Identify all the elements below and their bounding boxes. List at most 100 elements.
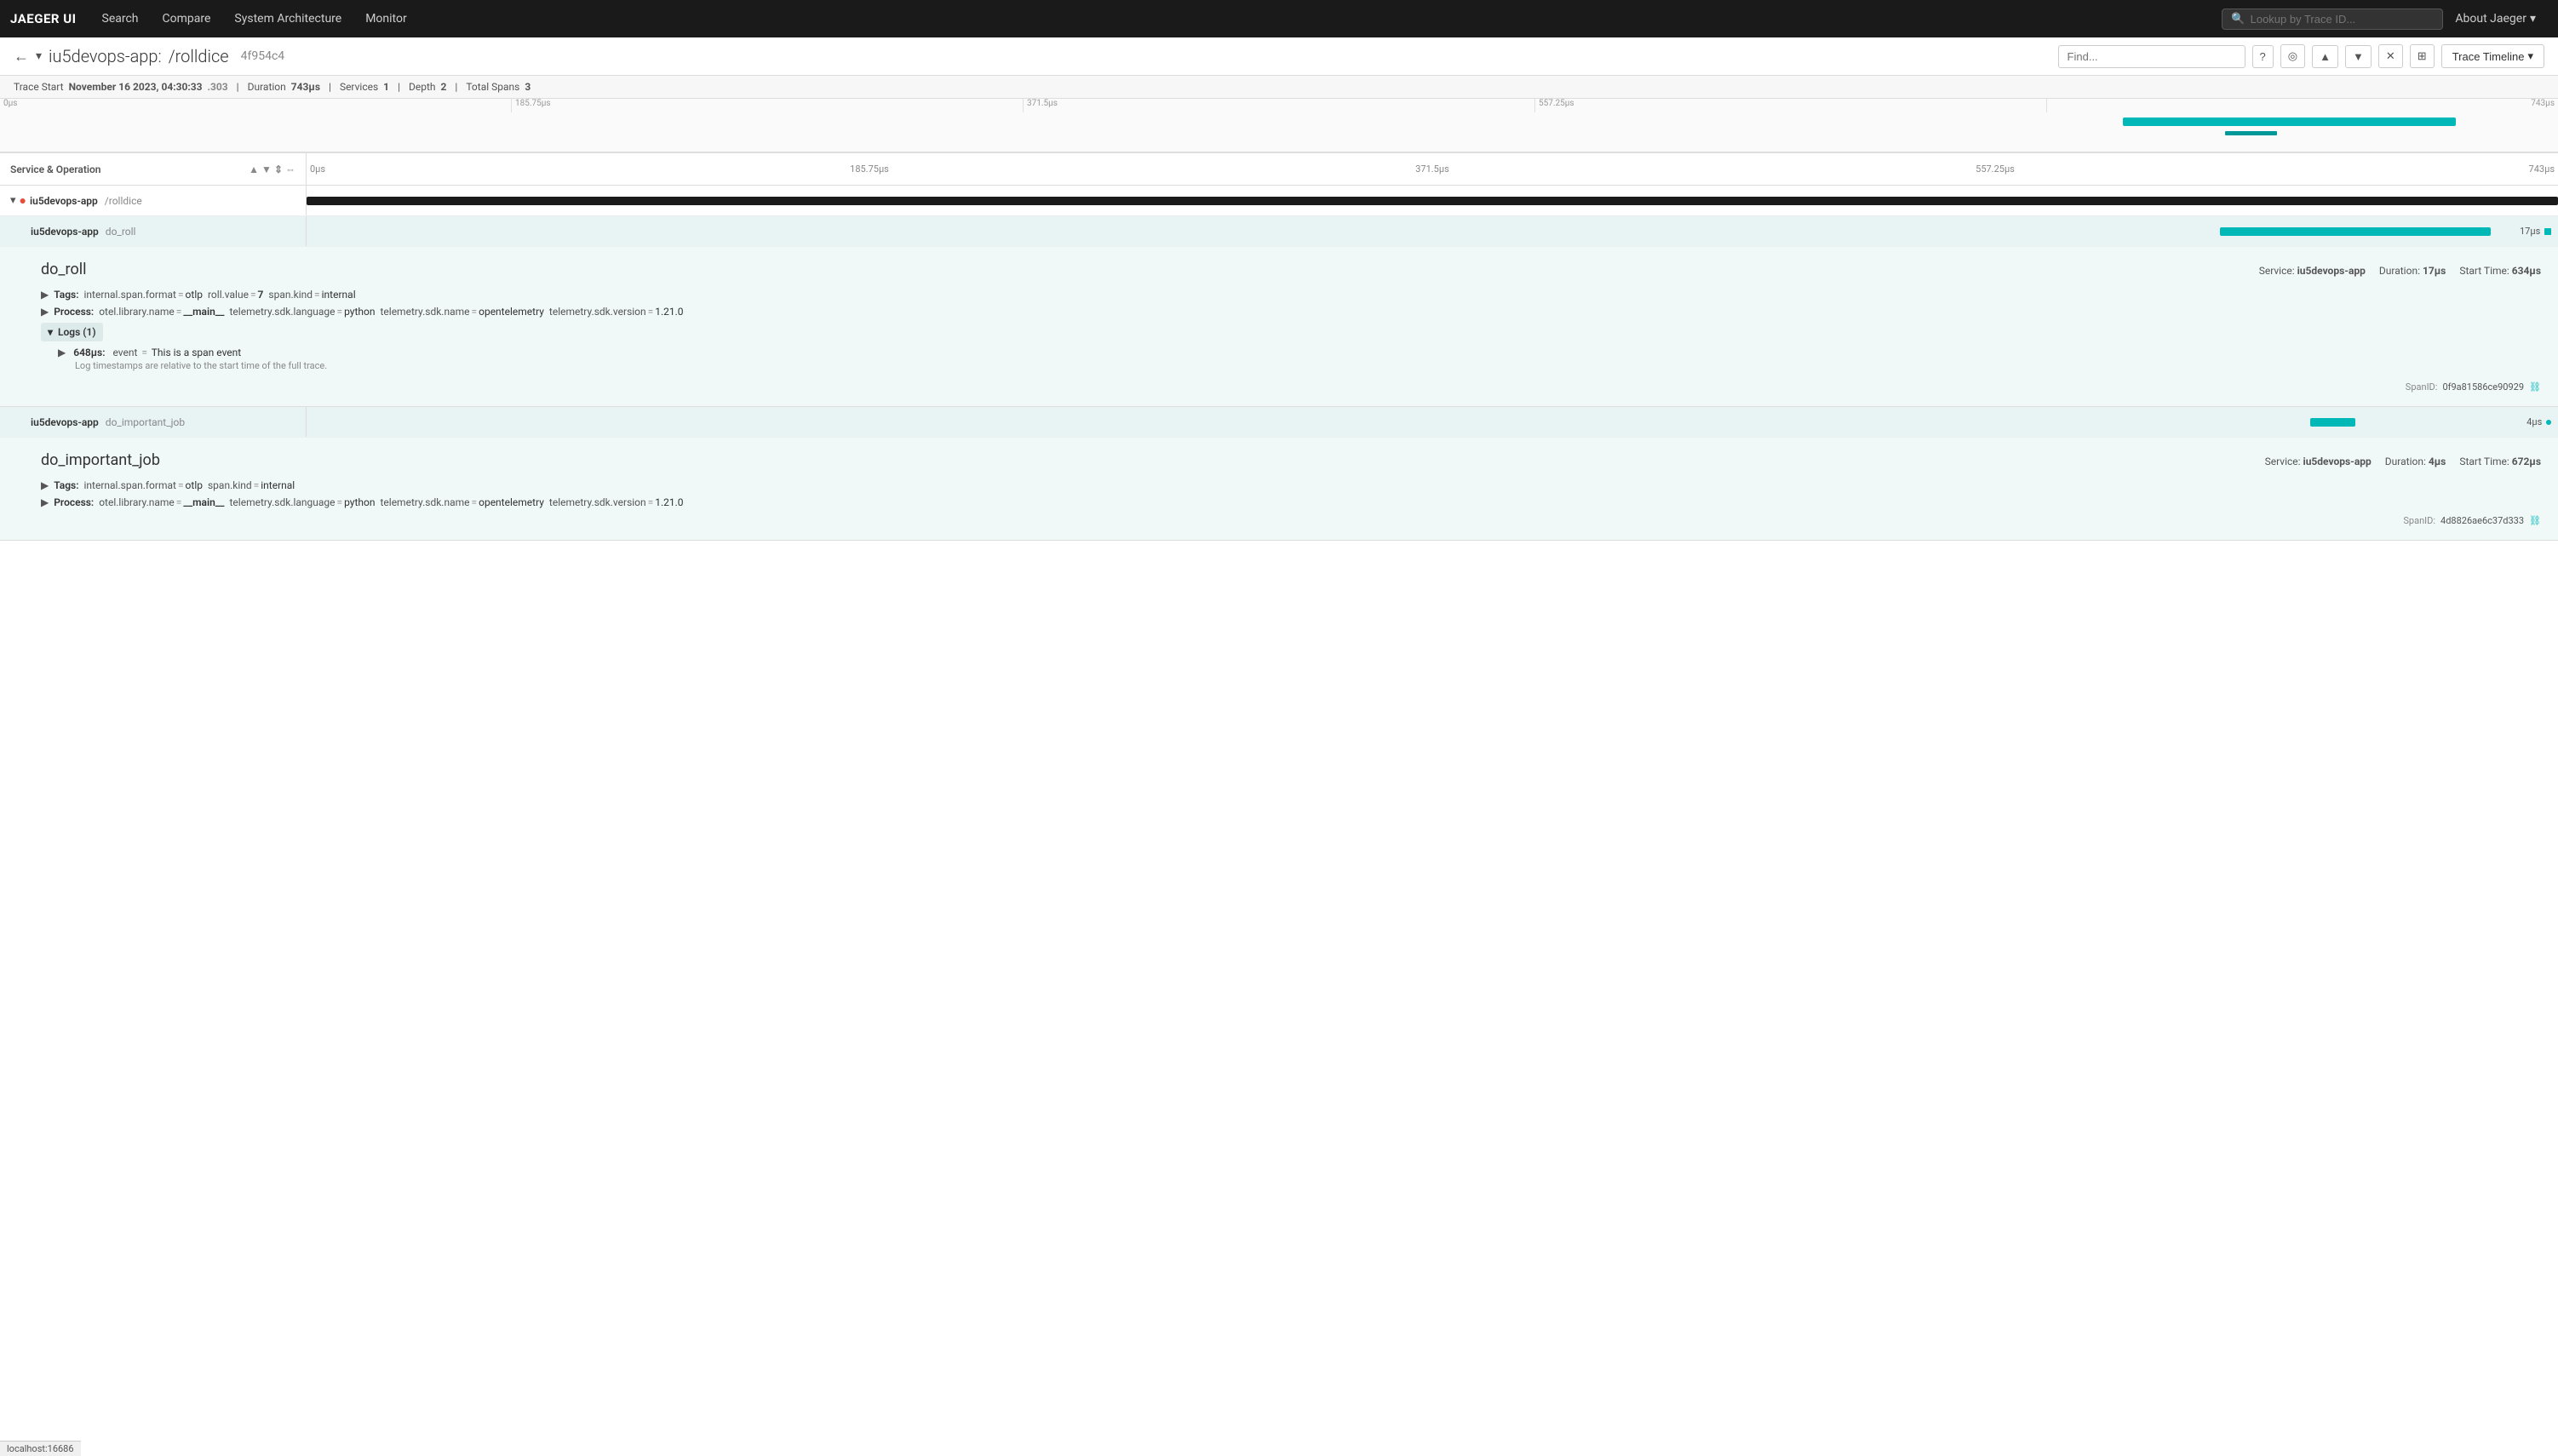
help-button[interactable]: ? (2252, 45, 2274, 68)
do-important-job-tags-label: Tags: (54, 479, 78, 491)
root-span-bar (307, 197, 2558, 205)
root-operation-name: /rolldice (105, 195, 142, 207)
do-roll-span-bar (2220, 227, 2490, 236)
depth-label: Depth (409, 81, 436, 93)
trace-meta-bar: Trace Start November 16 2023, 04:30:33.3… (0, 76, 2558, 99)
col-arrow-expand[interactable]: ⇕ (274, 163, 283, 175)
do-roll-span-id-row: SpanID: 0f9a81586ce90929 ⛓ (41, 381, 2541, 393)
do-roll-tags-expand[interactable]: ▶ (41, 289, 49, 301)
col-arrow-collapse[interactable]: ⇔ (285, 163, 295, 175)
do-important-job-span-id-value: 4d8826ae6c37d333 (2440, 515, 2524, 526)
do-important-job-span-bar (2310, 418, 2355, 427)
do-roll-tags-row: ▶ Tags: internal.span.format=otlp roll.v… (41, 289, 2541, 301)
services-label: Services (340, 81, 378, 93)
tick-1: 185.75μs (511, 99, 1023, 112)
nav-item-search[interactable]: Search (90, 0, 151, 37)
root-expand-icon[interactable]: ▾ (10, 194, 16, 207)
header-tick-4: 743μs (2529, 163, 2555, 175)
do-important-job-duration-meta: Duration: 4μs (2385, 456, 2446, 467)
tick-4: 743μs (2046, 99, 2558, 112)
do-roll-logs-section: ▾ Logs (1) ▶ 648μs: event = This is a sp… (41, 323, 2541, 375)
do-roll-logs-expand-icon: ▾ (48, 326, 53, 338)
detail-panel-do-roll: do_roll Service: iu5devops-app Duration:… (0, 247, 2558, 407)
col-arrows: ▲ ▼ ⇕ ⇔ (249, 163, 295, 175)
about-chevron-icon: ▾ (2530, 12, 2536, 26)
do-roll-service-name: iu5devops-app (31, 226, 99, 238)
trace-id-search-box: 🔍 (2222, 9, 2443, 30)
nav-item-system-architecture[interactable]: System Architecture (222, 0, 353, 37)
span-row-do-roll[interactable]: iu5devops-app do_roll 17μs (0, 216, 2558, 247)
do-roll-detail-title: do_roll (41, 261, 86, 278)
header-tick-0: 0μs (310, 163, 325, 175)
timeline-chevron-icon: ▾ (2527, 49, 2533, 63)
footer-url: localhost:16686 (7, 1443, 74, 1454)
trace-start-ms: .303 (208, 81, 228, 93)
duration-value: 743μs (291, 81, 320, 93)
do-roll-log-expand[interactable]: ▶ (58, 347, 66, 358)
do-important-job-service-meta: Service: iu5devops-app (2265, 456, 2372, 467)
do-important-job-tags-expand[interactable]: ▶ (41, 479, 49, 491)
trace-find-box (2058, 45, 2245, 68)
trace-header: ← ▾ iu5devops-app: /rolldice 4f954c4 ? ◎… (0, 37, 2558, 76)
trace-find-input[interactable] (2058, 45, 2245, 68)
do-roll-start-meta: Start Time: 634μs (2459, 265, 2541, 277)
header-tick-2: 371.5μs (1415, 163, 1449, 175)
do-roll-process-row: ▶ Process: otel.library.name=__main__ te… (41, 306, 2541, 318)
depth-value: 2 (441, 81, 447, 93)
duration-label: Duration (248, 81, 286, 93)
status-bar: localhost:16686 (0, 1441, 81, 1456)
next-span-button[interactable]: ▼ (2345, 45, 2372, 68)
expand-button[interactable]: ▾ (36, 49, 42, 63)
trace-service-name: iu5devops-app: (49, 46, 162, 66)
do-roll-log-note: Log timestamps are relative to the start… (41, 360, 2541, 375)
do-important-job-operation-name: do_important_job (106, 416, 185, 428)
close-trace-button[interactable]: ✕ (2378, 44, 2403, 68)
do-roll-log-entry: ▶ 648μs: event = This is a span event (41, 341, 2541, 360)
do-roll-tags-label: Tags: (54, 289, 78, 301)
do-roll-process-label: Process: (54, 306, 94, 318)
trace-id-badge: 4f954c4 (241, 49, 285, 63)
col-arrow-down[interactable]: ▼ (261, 163, 272, 175)
nav-item-monitor[interactable]: Monitor (353, 0, 419, 37)
search-icon: 🔍 (2231, 13, 2245, 26)
tick-3: 557.25μs (1534, 99, 2046, 112)
do-roll-span-id-label: SpanID: (2406, 381, 2438, 393)
do-important-job-tags-row: ▶ Tags: internal.span.format=otlp span.k… (41, 479, 2541, 491)
overview-bar-small (2225, 131, 2276, 135)
do-roll-logs-label: Logs (1) (58, 326, 96, 338)
do-roll-copy-link-icon[interactable]: ⛓ (2529, 381, 2541, 393)
nav-item-compare[interactable]: Compare (151, 0, 223, 37)
filter-button[interactable]: ◎ (2280, 44, 2305, 68)
do-roll-logs-header[interactable]: ▾ Logs (1) (41, 323, 103, 341)
do-roll-process-expand[interactable]: ▶ (41, 306, 49, 318)
do-roll-duration: 17μs (2520, 226, 2551, 237)
do-important-job-span-id-label: SpanID: (2403, 515, 2435, 526)
trace-operation-name: /rolldice (169, 46, 229, 66)
total-spans-label: Total Spans (466, 81, 519, 93)
do-important-job-process-expand[interactable]: ▶ (41, 496, 49, 508)
total-spans-value: 3 (525, 81, 531, 93)
trace-start-label: Trace Start (14, 81, 64, 93)
do-roll-log-time: 648μs: (73, 347, 105, 358)
span-row-root[interactable]: ▾ ● iu5devops-app /rolldice (0, 186, 2558, 216)
span-row-do-important-job[interactable]: iu5devops-app do_important_job 4μs (0, 407, 2558, 438)
span-column-header: Service & Operation ▲ ▼ ⇕ ⇔ 0μs 185.75μs… (0, 153, 2558, 186)
back-button[interactable]: ← (14, 48, 29, 66)
top-nav: JAEGER UI Search Compare System Architec… (0, 0, 2558, 37)
timeline-view-button[interactable]: Trace Timeline ▾ (2441, 44, 2544, 68)
header-tick-3: 557.25μs (1976, 163, 2015, 175)
settings-button[interactable]: ⊞ (2410, 44, 2435, 68)
do-important-job-copy-link-icon[interactable]: ⛓ (2529, 515, 2541, 526)
trace-id-input[interactable] (2251, 13, 2435, 26)
do-important-job-duration: 4μs (2526, 416, 2551, 427)
header-tick-1: 185.75μs (850, 163, 889, 175)
timeline-overview: 0μs 185.75μs 371.5μs 557.25μs 743μs (0, 99, 2558, 153)
tick-0: 0μs (0, 99, 511, 112)
do-roll-duration-meta: Duration: 17μs (2379, 265, 2446, 277)
root-error-dot: ● (20, 193, 26, 208)
do-important-job-process-label: Process: (54, 496, 94, 508)
col-arrow-up[interactable]: ▲ (249, 163, 259, 175)
prev-span-button[interactable]: ▲ (2312, 45, 2338, 68)
do-important-job-span-id-row: SpanID: 4d8826ae6c37d333 ⛓ (41, 515, 2541, 526)
about-jaeger-button[interactable]: About Jaeger ▾ (2443, 0, 2548, 37)
